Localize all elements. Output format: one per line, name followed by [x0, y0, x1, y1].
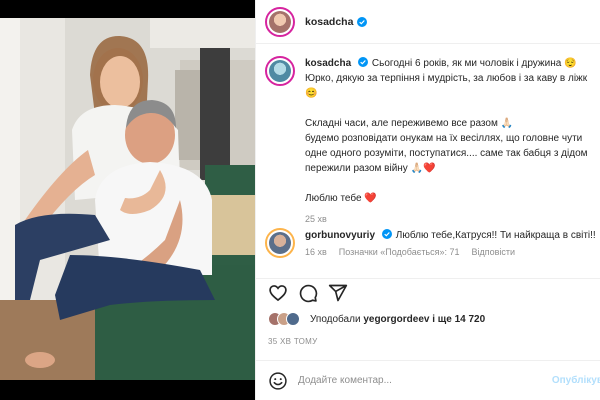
post-timestamp[interactable]: 35 ХВ ТОМУ: [268, 337, 318, 346]
verified-badge-icon: [381, 229, 392, 239]
commenter-username[interactable]: gorbunovyuriy: [305, 230, 375, 241]
comment: gorbunovyuriy Люблю тебе,Катруся!! Ти на…: [265, 228, 600, 260]
couple-photo-image: [0, 0, 255, 400]
reply-button[interactable]: Відповісти: [472, 245, 516, 260]
likes-prefix: Уподобали: [310, 313, 361, 325]
author-username[interactable]: kosadcha: [305, 16, 353, 28]
post-header: kosadcha: [256, 0, 600, 44]
comment-text: Люблю тебе,Катруся!! Ти найкраща в світі…: [395, 230, 596, 241]
post-details-panel: kosadcha kosadcha Сьогодні 6 років, як м…: [255, 0, 600, 400]
caption-line: будемо розповідати онукам на їх весіллях…: [305, 133, 583, 144]
caption-line: одне одного розуміти, поступатися.... са…: [305, 148, 588, 159]
caption-timestamp[interactable]: 25 хв: [305, 212, 588, 227]
caption-username[interactable]: kosadcha: [305, 58, 351, 69]
caption-line: Складні часи, але переживемо все разом 🙏…: [305, 118, 514, 129]
post-photo[interactable]: [0, 0, 255, 400]
post-caption: kosadcha Сьогодні 6 років, як ми чоловік…: [265, 56, 600, 227]
caption-author-avatar[interactable]: [265, 56, 295, 86]
caption-line: 😊: [305, 88, 318, 99]
caption-line: пережили разом війну 🙏🏻❤️: [305, 163, 436, 174]
post-actions: [256, 278, 600, 308]
commenter-avatar[interactable]: [265, 228, 295, 258]
caption-line: Сьогодні 6 років, як ми чоловік і дружин…: [371, 58, 577, 69]
comment-likes-count[interactable]: Позначки «Подобається»: 71: [339, 245, 460, 260]
author-avatar[interactable]: [265, 6, 295, 37]
likes-summary: Уподобали yegorgordeev і ще 14 720: [268, 312, 485, 326]
verified-badge-icon: [357, 57, 368, 67]
caption-line: Люблю тебе ❤️: [305, 193, 377, 204]
liker-avatar: [286, 312, 300, 326]
emoji-icon[interactable]: [268, 371, 288, 391]
verified-badge-icon: [357, 16, 368, 27]
comment-input[interactable]: [298, 375, 538, 386]
liker-username[interactable]: yegorgordeev: [363, 314, 429, 325]
caption-line: Юрко, дякую за терпіння і мудрість, за л…: [305, 73, 588, 84]
heart-icon[interactable]: [268, 283, 288, 303]
comment-composer: Опублікув: [256, 360, 600, 400]
publish-button[interactable]: Опублікув: [552, 375, 600, 386]
likes-count[interactable]: і ще 14 720: [432, 314, 485, 325]
comment-timestamp[interactable]: 16 хв: [305, 245, 327, 260]
share-icon[interactable]: [328, 283, 348, 303]
comment-icon[interactable]: [298, 283, 318, 303]
